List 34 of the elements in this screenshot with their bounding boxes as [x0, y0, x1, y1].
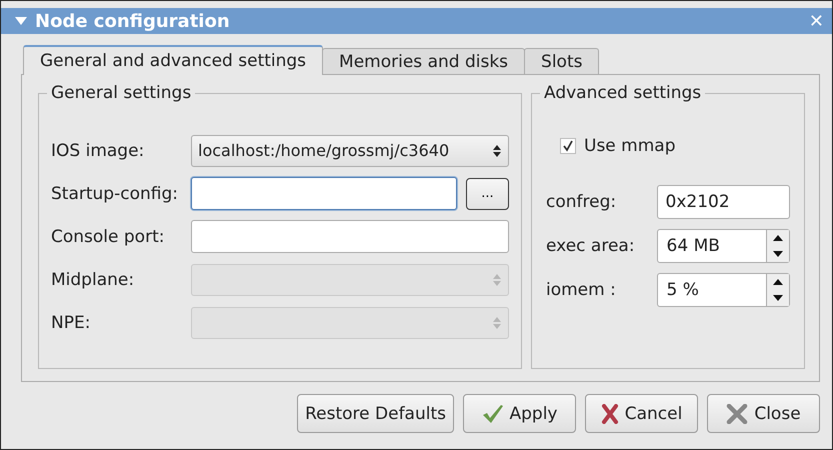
input-field[interactable]: 0x2102 — [656, 185, 790, 219]
check-icon — [482, 404, 504, 424]
checkbox-label: Use mmap — [584, 136, 676, 156]
input-field[interactable] — [191, 220, 509, 253]
spin-box[interactable]: 64 MB — [656, 229, 790, 263]
close-icon — [726, 404, 748, 424]
input-field[interactable] — [191, 177, 457, 210]
updown-icon — [492, 272, 502, 286]
field-label: Startup-config: — [51, 184, 179, 204]
updown-icon — [492, 144, 502, 158]
group-title: General settings — [47, 83, 196, 103]
field-label: Midplane: — [51, 270, 136, 290]
field-label: IOS image: — [51, 140, 146, 160]
dropdown[interactable]: localhost:/home/grossmj/c3640 — [191, 134, 509, 166]
field-label: NPE: — [51, 312, 92, 332]
field-label: Console port: — [51, 226, 166, 246]
field-label: exec area: — [546, 236, 636, 256]
browse-button[interactable]: ... — [466, 178, 509, 210]
group-title: Advanced settings — [540, 83, 706, 103]
field-label: confreg: — [546, 192, 618, 212]
tab[interactable]: General and advanced settings — [23, 45, 324, 75]
updown-icon — [492, 316, 502, 330]
window-title: Node configuration — [35, 10, 231, 32]
restore-button[interactable]: Restore Defaults — [297, 394, 454, 433]
tab[interactable]: Memories and disks — [322, 48, 526, 74]
checkbox[interactable] — [560, 138, 576, 154]
close-button[interactable]: Close — [707, 394, 820, 433]
cross-icon — [600, 404, 619, 424]
field-label: iomem : — [546, 280, 617, 300]
spin-box[interactable]: 5 % — [656, 273, 790, 307]
cancel-button[interactable]: Cancel — [585, 394, 698, 433]
apply-button[interactable]: Apply — [463, 394, 576, 433]
menu-triangle-icon[interactable] — [15, 17, 27, 25]
tab[interactable]: Slots — [524, 48, 600, 74]
